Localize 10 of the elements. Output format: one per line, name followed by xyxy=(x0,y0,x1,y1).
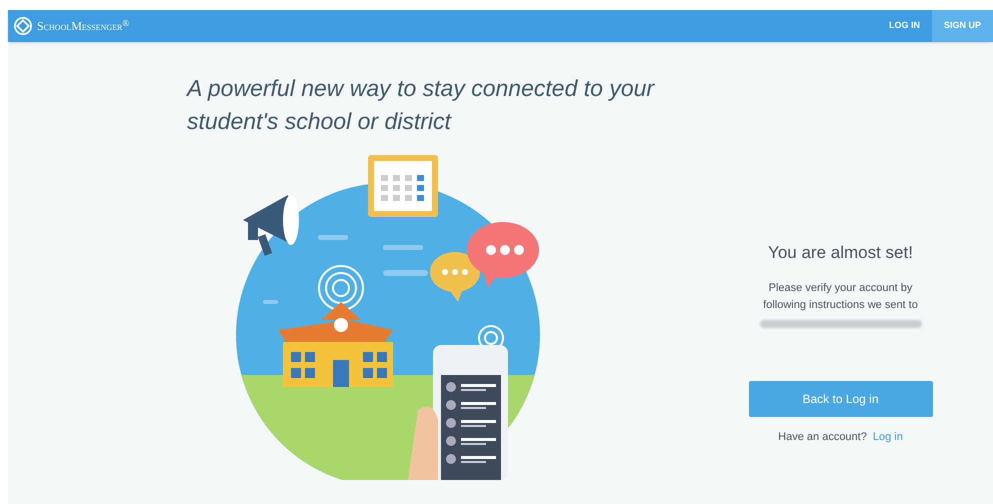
account-prompt: Have an account? xyxy=(778,430,867,444)
back-to-login-button[interactable]: Back to Log in xyxy=(748,380,932,416)
brand-name: SchoolMessenger$^{®}$ xyxy=(37,17,130,35)
headline: A powerful new way to stay connected to your student's school or district xyxy=(187,74,656,136)
verify-message: Please verify your account by following instructions we sent to xyxy=(762,280,919,312)
panel-title: You are almost set! xyxy=(768,242,913,264)
nav-link[interactable]: LOG IN xyxy=(876,10,932,42)
diamond-logo-icon xyxy=(14,17,32,35)
login-link[interactable]: Log in xyxy=(872,428,903,445)
nav-link[interactable]: SIGN UP xyxy=(932,10,993,42)
